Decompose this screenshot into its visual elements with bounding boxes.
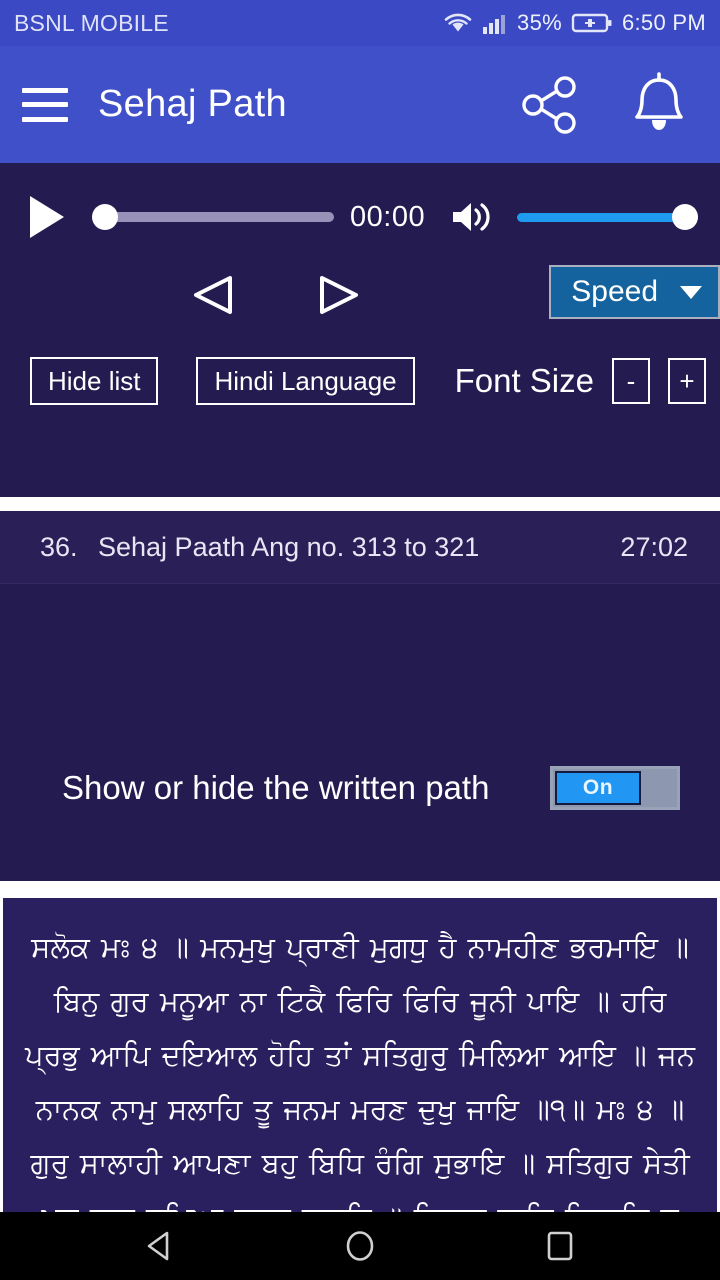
clock-label: 6:50 PM <box>621 10 706 35</box>
play-icon[interactable] <box>30 196 64 238</box>
status-bar: BSNL MOBILE 35% 6:50 PM <box>0 0 720 46</box>
speed-label: Speed <box>571 275 658 308</box>
written-path-label: Show or hide the written path <box>62 769 490 806</box>
battery-percent-label: 35% <box>517 10 562 35</box>
written-path-section: Show or hide the written path On <box>0 584 720 881</box>
font-size-group: Font Size - + <box>455 358 706 404</box>
track-duration: 27:02 <box>620 531 688 562</box>
volume-track <box>517 212 698 222</box>
volume-slider[interactable] <box>517 202 698 232</box>
track-list: 36. Sehaj Paath Ang no. 313 to 321 27:02 <box>0 511 720 584</box>
recents-square-icon[interactable] <box>540 1226 580 1266</box>
section-divider-bottom <box>0 881 720 895</box>
page-title: Sehaj Path <box>98 83 287 125</box>
volume-thumb[interactable] <box>672 204 698 230</box>
written-path-toggle[interactable]: On <box>550 766 680 810</box>
track-nav-row: Speed <box>0 261 720 329</box>
toggle-state-label: On <box>582 776 614 799</box>
carrier-label: BSNL MOBILE <box>14 9 169 36</box>
speed-dropdown[interactable]: Speed <box>549 265 720 319</box>
android-navigation-bar <box>0 1212 720 1280</box>
table-row[interactable]: 36. Sehaj Paath Ang no. 313 to 321 27:02 <box>0 511 720 584</box>
seek-thumb[interactable] <box>92 204 118 230</box>
scripture-panel[interactable]: ਸਲੋਕ ਮਃ ੪ ॥ ਮਨਮੁਖੁ ਪ੍ਰਾਣੀ ਮੁਗਧੁ ਹੈ ਨਾਮਹੀ… <box>0 895 720 1231</box>
written-path-row: Show or hide the written path On <box>0 766 720 810</box>
battery-charging-icon <box>571 11 613 35</box>
toggle-knob: On <box>555 771 641 805</box>
volume-icon[interactable] <box>449 197 495 237</box>
previous-track-icon[interactable] <box>190 273 238 317</box>
share-icon[interactable] <box>520 74 582 136</box>
hamburger-menu-icon[interactable] <box>22 87 68 122</box>
track-title: Sehaj Paath Ang no. 313 to 321 <box>98 531 480 562</box>
seek-track <box>92 212 334 222</box>
home-circle-icon[interactable] <box>340 1226 380 1266</box>
font-size-label: Font Size <box>454 362 594 399</box>
wifi-icon <box>443 11 473 35</box>
bell-icon[interactable] <box>628 71 690 138</box>
options-row: Hide list Hindi Language Font Size - + <box>0 353 720 409</box>
next-track-icon[interactable] <box>314 273 362 317</box>
app-bar-actions <box>520 71 698 138</box>
section-divider-top <box>0 497 720 511</box>
signal-icon <box>482 11 508 35</box>
seek-slider[interactable] <box>92 202 334 232</box>
elapsed-time-label: 00:00 <box>350 200 426 233</box>
track-index: 36. <box>40 531 78 562</box>
app-bar: Sehaj Path <box>0 46 720 163</box>
font-increase-button[interactable]: + <box>668 358 706 404</box>
player-control-panel: 00:00 Speed Hide list Hindi Language Fon… <box>0 163 720 497</box>
hide-list-button[interactable]: Hide list <box>30 357 159 405</box>
back-triangle-icon[interactable] <box>140 1226 180 1266</box>
scripture-text: ਸਲੋਕ ਮਃ ੪ ॥ ਮਨਮੁਖੁ ਪ੍ਰਾਣੀ ਮੁਗਧੁ ਹੈ ਨਾਮਹੀ… <box>25 930 695 1228</box>
player-row: 00:00 <box>0 181 720 253</box>
font-decrease-button[interactable]: - <box>612 358 650 404</box>
status-icons: 35% 6:50 PM <box>443 10 706 36</box>
chevron-down-icon <box>680 285 702 299</box>
language-button[interactable]: Hindi Language <box>196 357 415 405</box>
app-screen: BSNL MOBILE 35% 6:50 PM Sehaj Path 00:00… <box>0 0 720 1280</box>
